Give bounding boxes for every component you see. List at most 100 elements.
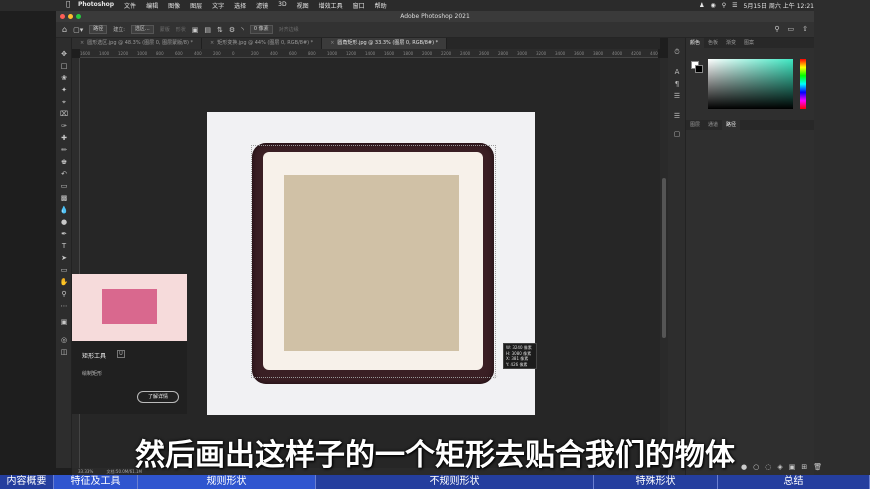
tab-channels[interactable]: 通道 (704, 120, 722, 130)
make-selection-button[interactable]: 选区... (130, 25, 154, 34)
blur-tool-icon[interactable]: 💧 (59, 206, 69, 215)
chapter-irregular-shapes[interactable]: 不规则形状 (316, 475, 594, 489)
tab-layers[interactable]: 图层 (686, 120, 704, 130)
tab-document-1[interactable]: × 圆形选区.jpg @ 48.3% (图层 0, 图层蒙版/8) * (72, 38, 202, 49)
hue-slider[interactable] (800, 59, 806, 109)
vertical-scrollbar[interactable] (660, 58, 668, 468)
dodge-tool-icon[interactable]: ● (59, 218, 69, 227)
menu-photoshop[interactable]: Photoshop (78, 1, 114, 10)
chapter-regular-shapes[interactable]: 规则形状 (138, 475, 316, 489)
menu-filter[interactable]: 滤镜 (256, 1, 268, 10)
path-selection-tool-icon[interactable]: ➤ (59, 254, 69, 263)
make-mask-button[interactable]: 蒙版 (160, 26, 170, 33)
share-icon[interactable]: ⇧ (802, 25, 808, 33)
path-arrangement-icon[interactable]: ⇅ (217, 26, 223, 34)
tab-document-2[interactable]: × 矩形变换.jpg @ 44% (图层 0, RGB/8#) * (202, 38, 323, 49)
close-icon[interactable]: × (80, 40, 84, 46)
tab-gradients[interactable]: 渐变 (722, 38, 740, 48)
properties-icon[interactable]: ☰ (672, 112, 682, 120)
radius-field[interactable]: 0 像素 (249, 25, 273, 34)
search-icon[interactable]: ⚲ (722, 2, 726, 9)
menu-layer[interactable]: 图层 (190, 1, 202, 10)
tab-patterns[interactable]: 图案 (740, 38, 758, 48)
menu-plugins[interactable]: 增效工具 (319, 1, 343, 10)
workspace-icon[interactable]: ▭ (788, 25, 795, 33)
menu-window[interactable]: 窗口 (353, 1, 365, 10)
hand-tool-icon[interactable]: ✋ (59, 278, 69, 287)
layers-panel-tabs: 图层 通道 路径 (686, 120, 814, 130)
ruler-tick-label: 1000 (137, 51, 148, 56)
brush-tool-icon[interactable]: ✏ (59, 146, 69, 155)
background-color-swatch[interactable] (695, 65, 703, 73)
menu-edit[interactable]: 编辑 (146, 1, 158, 10)
more-tools-icon[interactable]: ⋯ (59, 302, 69, 311)
frame-tool-icon[interactable]: ⌧ (59, 110, 69, 119)
tab-swatches[interactable]: 色板 (704, 38, 722, 48)
tool-preset-icon[interactable]: ▢▾ (73, 26, 83, 34)
path-operations-icon[interactable]: ▣ (192, 26, 199, 34)
scrollbar-thumb[interactable] (662, 178, 666, 338)
path-alignment-icon[interactable]: ▤ (204, 26, 211, 34)
pen-tool-icon[interactable]: ✒ (59, 230, 69, 239)
mode-select[interactable]: 路径 (89, 25, 108, 34)
make-shape-button[interactable]: 形状 (176, 26, 186, 33)
history-brush-tool-icon[interactable]: ↶ (59, 170, 69, 179)
chapter-overview[interactable]: 内容概要 (0, 475, 54, 489)
tab-paths[interactable]: 路径 (722, 120, 741, 130)
marquee-tool-icon[interactable]: □ (59, 62, 69, 71)
gear-icon[interactable]: ⚙ (229, 26, 235, 34)
home-icon[interactable]: ⌂ (62, 25, 67, 34)
menu-select[interactable]: 选择 (234, 1, 246, 10)
horizontal-ruler[interactable]: 1600 1400 1200 1000 800 600 400 200 0 200 400 600 80… (80, 49, 658, 58)
zoom-tool-icon[interactable]: ⚲ (59, 290, 69, 299)
history-icon[interactable]: ⏱ (672, 48, 682, 57)
close-window-button[interactable] (60, 14, 65, 19)
control-center-icon[interactable]: ☰ (732, 2, 737, 9)
menu-view[interactable]: 视图 (297, 1, 309, 10)
move-tool-icon[interactable]: ✥ (59, 50, 69, 59)
eyedropper-tool-icon[interactable]: ✑ (59, 122, 69, 131)
type-tool-icon[interactable]: T (59, 242, 69, 251)
gradient-tool-icon[interactable]: ▩ (59, 194, 69, 203)
character-icon[interactable]: A (672, 68, 682, 76)
align-edges-checkbox[interactable]: 对齐边缘 (279, 26, 299, 33)
color-field[interactable] (708, 59, 793, 109)
chapter-summary[interactable]: 总结 (718, 475, 870, 489)
search-icon[interactable]: ⚲ (774, 25, 779, 33)
tooltip-description: 绘制矩形 (82, 371, 103, 377)
minimize-window-button[interactable] (68, 14, 73, 19)
crop-tool-icon[interactable]: ⌖ (59, 98, 69, 107)
chapter-special-shapes[interactable]: 特殊形状 (594, 475, 718, 489)
paragraph-icon[interactable]: ¶ (672, 80, 682, 88)
screen-mode-icon[interactable]: ◫ (59, 348, 69, 357)
quick-mask-icon[interactable]: ◎ (59, 336, 69, 345)
menu-file[interactable]: 文件 (124, 1, 136, 10)
zoom-window-button[interactable] (76, 14, 81, 19)
apple-icon[interactable]:  (66, 0, 70, 8)
clone-stamp-tool-icon[interactable]: ♚ (59, 158, 69, 167)
foreground-background-swatch-icon[interactable]: ▣ (59, 318, 69, 327)
menu-type[interactable]: 文字 (212, 1, 224, 10)
close-icon[interactable]: × (210, 40, 214, 46)
healing-brush-tool-icon[interactable]: ✚ (59, 134, 69, 143)
close-icon[interactable]: × (330, 40, 334, 46)
chapter-features-tools[interactable]: 特征及工具 (54, 475, 138, 489)
menu-image[interactable]: 图像 (168, 1, 180, 10)
rectangle-tool-icon[interactable]: ▭ (59, 266, 69, 275)
clock[interactable]: 5月15日 周六 上午 12:21 (744, 1, 814, 10)
libraries-icon[interactable]: ▢ (672, 130, 682, 138)
menu-3d[interactable]: 3D (278, 1, 286, 10)
eraser-tool-icon[interactable]: ▭ (59, 182, 69, 191)
rectangle-path-outline[interactable] (251, 145, 496, 378)
magic-wand-tool-icon[interactable]: ✦ (59, 86, 69, 95)
tab-color[interactable]: 颜色 (686, 38, 705, 48)
lasso-tool-icon[interactable]: ❀ (59, 74, 69, 83)
menu-help[interactable]: 帮助 (375, 1, 387, 10)
adjustments-icon[interactable]: ☰ (672, 92, 682, 100)
ruler-tick-label: 1600 (384, 51, 395, 56)
learn-more-button[interactable]: 了解详情 (137, 391, 179, 403)
wifi-icon[interactable]: ◉ (710, 2, 715, 9)
user-icon[interactable]: ♟ (699, 2, 704, 9)
ruler-tick-label: 1000 (327, 51, 338, 56)
tab-document-3[interactable]: × 圆角矩形.jpg @ 33.3% (图层 0, RGB/8#) * (322, 38, 448, 49)
